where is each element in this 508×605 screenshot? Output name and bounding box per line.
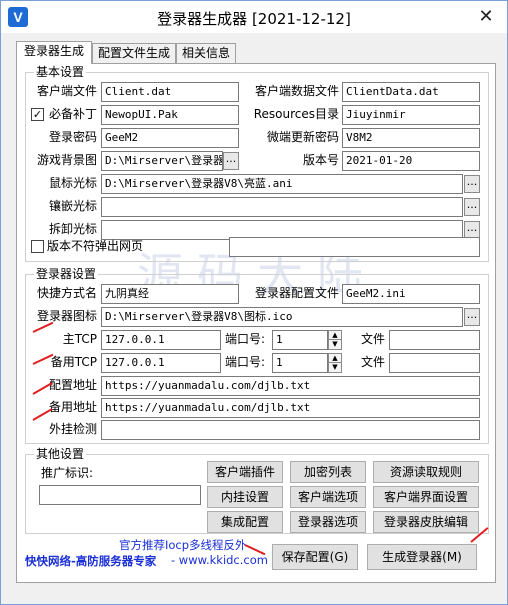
patch-input[interactable]: NewopUI.Pak xyxy=(101,105,239,125)
tab-config-generate[interactable]: 配置文件生成 xyxy=(92,43,176,63)
cursor-input[interactable]: D:\Mirserver\登录器V8\亮蓝.ani xyxy=(101,174,463,194)
launcher-settings-title: 登录器设置 xyxy=(34,267,99,281)
integration-config-button[interactable]: 集成配置 xyxy=(207,511,283,533)
encrypt-list-button[interactable]: 加密列表 xyxy=(290,461,366,483)
generate-launcher-button[interactable]: 生成登录器(M) xyxy=(367,544,477,570)
promo-id-input[interactable] xyxy=(39,485,201,505)
basic-settings-title: 基本设置 xyxy=(34,65,87,79)
background-label: 游戏背景图 xyxy=(36,153,97,167)
detach-cursor-label: 拆卸光标 xyxy=(48,222,97,236)
version-label: 版本号 xyxy=(302,153,339,167)
promo-line-2[interactable]: 快快网络-高防服务器专家 xyxy=(25,553,156,569)
main-file-input[interactable] xyxy=(389,330,480,350)
launcher-icon-label: 登录器图标 xyxy=(36,309,97,323)
backup-port-spinner[interactable]: ▲ ▼ xyxy=(328,353,342,373)
resources-input[interactable]: Jiuyinmir xyxy=(342,105,480,125)
inlay-cursor-label: 镶嵌光标 xyxy=(48,199,97,213)
background-browse-button[interactable]: ... xyxy=(223,152,239,170)
cursor-label: 鼠标光标 xyxy=(48,176,97,190)
main-file-label: 文件 xyxy=(361,332,386,346)
mismatch-url-input[interactable] xyxy=(229,237,480,257)
config-url-input[interactable]: https://yuanmadalu.com/djlb.txt xyxy=(101,376,480,396)
spin-up-icon[interactable]: ▲ xyxy=(329,331,341,340)
client-options-button[interactable]: 客户端选项 xyxy=(290,486,366,508)
main-tcp-label: 主TCP xyxy=(62,332,97,346)
client-data-label: 客户端数据文件 xyxy=(254,84,339,98)
client-file-label: 客户端文件 xyxy=(36,84,97,98)
spin-down-icon[interactable]: ▼ xyxy=(329,363,341,372)
tab-panel: 源码大陆 基本设置 客户端文件 Client.dat 客户端数据文件 Clien… xyxy=(16,63,496,583)
promo-line-3[interactable]: - www.kkidc.com xyxy=(171,553,268,567)
client-ui-settings-button[interactable]: 客户端界面设置 xyxy=(373,486,479,508)
client-file-input[interactable]: Client.dat xyxy=(101,82,239,102)
inline-settings-button[interactable]: 内挂设置 xyxy=(207,486,283,508)
mismatch-label: 版本不符弹出网页 xyxy=(47,239,144,253)
backup-port-label: 端口号: xyxy=(225,355,266,369)
resource-rules-button[interactable]: 资源读取规则 xyxy=(373,461,479,483)
promo-line-1[interactable]: 官方推荐Iocp多线程反外 xyxy=(119,537,247,553)
close-icon[interactable]: ✕ xyxy=(475,6,497,28)
launcher-icon-input[interactable]: D:\Mirserver\登录器V8\图标.ico xyxy=(101,307,463,327)
patch-label: 必备补丁 xyxy=(48,107,97,121)
shortcut-label: 快捷方式名 xyxy=(36,286,97,300)
main-port-spinner[interactable]: ▲ ▼ xyxy=(328,330,342,350)
cursor-browse-button[interactable]: ... xyxy=(464,175,480,193)
other-settings-title: 其他设置 xyxy=(34,447,87,461)
main-port-input[interactable]: 1 xyxy=(272,330,328,350)
launcher-icon-browse-button[interactable]: ... xyxy=(464,308,480,326)
backup-url-input[interactable]: https://yuanmadalu.com/djlb.txt xyxy=(101,398,480,418)
client-data-input[interactable]: ClientData.dat xyxy=(342,82,480,102)
backup-tcp-input[interactable]: 127.0.0.1 xyxy=(101,353,221,373)
backup-file-label: 文件 xyxy=(361,355,386,369)
main-port-label: 端口号: xyxy=(225,332,266,346)
version-input[interactable]: 2021-01-20 xyxy=(342,151,480,171)
promo-id-label: 推广标识: xyxy=(41,466,94,480)
window-title: 登录器生成器 [2021-12-12] xyxy=(157,10,351,28)
main-tcp-input[interactable]: 127.0.0.1 xyxy=(101,330,221,350)
patch-checkbox[interactable]: ✓ xyxy=(31,108,44,121)
inlay-cursor-input[interactable] xyxy=(101,197,463,217)
launcher-config-label: 登录器配置文件 xyxy=(254,286,339,300)
background-input[interactable]: D:\Mirserver\登录器V8\ xyxy=(101,151,223,171)
title-bar: V 登录器生成器 [2021-12-12] ✕ xyxy=(1,1,507,33)
launcher-config-input[interactable]: GeeM2.ini xyxy=(342,284,480,304)
launcher-skin-button[interactable]: 登录器皮肤编辑 xyxy=(373,511,479,533)
cheat-detect-label: 外挂检测 xyxy=(48,422,97,436)
micro-password-input[interactable]: V8M2 xyxy=(342,128,480,148)
tab-launcher-generate[interactable]: 登录器生成 xyxy=(16,41,92,64)
password-label: 登录密码 xyxy=(48,130,97,144)
inlay-cursor-browse-button[interactable]: ... xyxy=(464,198,480,216)
backup-file-input[interactable] xyxy=(389,353,480,373)
main-window: V 登录器生成器 [2021-12-12] ✕ 登录器生成 配置文件生成 相关信… xyxy=(0,0,508,605)
mismatch-checkbox[interactable] xyxy=(31,240,44,253)
cheat-detect-input[interactable] xyxy=(101,420,480,440)
launcher-options-button[interactable]: 登录器选项 xyxy=(290,511,366,533)
password-input[interactable]: GeeM2 xyxy=(101,128,239,148)
spin-up-icon[interactable]: ▲ xyxy=(329,354,341,363)
spin-down-icon[interactable]: ▼ xyxy=(329,340,341,349)
tab-about[interactable]: 相关信息 xyxy=(176,43,236,63)
backup-port-input[interactable]: 1 xyxy=(272,353,328,373)
client-plugin-button[interactable]: 客户端插件 xyxy=(207,461,283,483)
save-config-button[interactable]: 保存配置(G) xyxy=(272,544,358,570)
backup-url-label: 备用地址 xyxy=(48,400,97,414)
micro-password-label: 微端更新密码 xyxy=(266,130,339,144)
shortcut-input[interactable]: 九阴真经 xyxy=(101,284,239,304)
resources-label: Resources目录 xyxy=(253,107,339,121)
